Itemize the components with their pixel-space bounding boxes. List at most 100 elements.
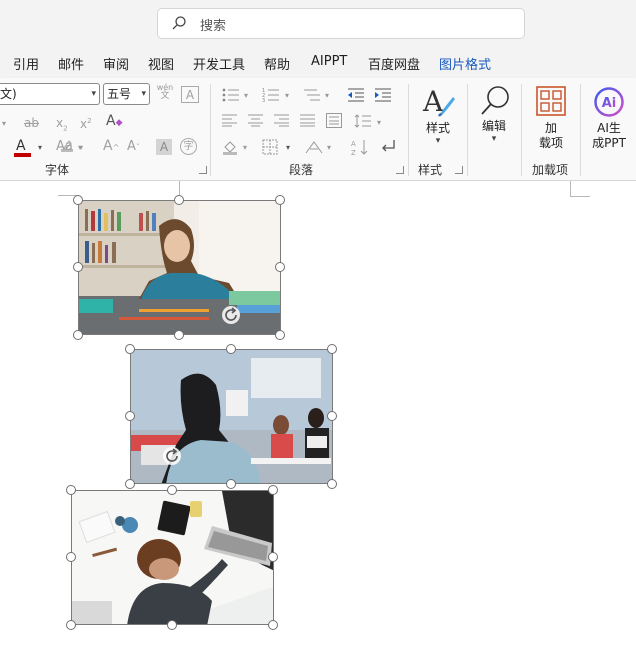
rotate-handle-icon[interactable]: [162, 446, 182, 466]
group-separator: [210, 84, 211, 176]
decrease-indent-button[interactable]: [347, 88, 365, 106]
boy-studying-with-laptop-photo[interactable]: [71, 490, 274, 625]
font-color-button[interactable]: A: [16, 138, 26, 154]
font-dialog-launcher[interactable]: [199, 166, 207, 174]
addins-grid-icon: [536, 86, 566, 119]
group-separator: [521, 84, 522, 176]
addins-button[interactable]: 加 载项: [531, 86, 571, 156]
phonetic-guide-bottom: 文: [160, 91, 170, 101]
resize-handle-n[interactable]: [226, 344, 236, 354]
grow-font-button[interactable]: A^: [103, 138, 119, 156]
styles-label: 样式: [425, 121, 450, 135]
resize-handle-se[interactable]: [275, 330, 285, 340]
char-border-button[interactable]: A: [181, 86, 199, 103]
resize-handle-n[interactable]: [167, 485, 177, 495]
styles-dialog-launcher[interactable]: [455, 166, 463, 174]
chinese-layout-button[interactable]: [305, 139, 323, 159]
multilevel-list-button[interactable]: [303, 88, 321, 106]
distributed-button[interactable]: [326, 113, 342, 132]
kids-in-classroom-photo[interactable]: [130, 349, 333, 484]
paragraph-dialog-launcher[interactable]: [396, 166, 404, 174]
sort-button[interactable]: AZ: [350, 138, 370, 160]
change-case-button[interactable]: Aa: [56, 139, 73, 155]
resize-handle-ne[interactable]: [268, 485, 278, 495]
font-size-combo[interactable]: 五号 ▾: [103, 83, 150, 105]
increase-indent-button[interactable]: [374, 88, 392, 106]
resize-handle-s[interactable]: [226, 479, 236, 489]
resize-handle-s[interactable]: [167, 620, 177, 630]
resize-handle-e[interactable]: [275, 262, 285, 272]
girl-drawing-at-desk-photo[interactable]: [78, 200, 281, 335]
document-canvas[interactable]: [0, 181, 636, 653]
align-right-button[interactable]: [274, 114, 290, 131]
group-separator: [408, 84, 409, 176]
resize-handle-sw[interactable]: [66, 620, 76, 630]
tab-aippt[interactable]: AIPPT: [311, 54, 347, 69]
search-placeholder: 搜索: [200, 19, 227, 34]
ribbon-tabs: 引用 邮件 审阅 视图 开发工具 帮助 AIPPT 百度网盘 图片格式: [0, 48, 636, 78]
resize-handle-w[interactable]: [73, 262, 83, 272]
resize-handle-sw[interactable]: [125, 479, 135, 489]
resize-handle-e[interactable]: [327, 411, 337, 421]
tab-developer[interactable]: 开发工具: [193, 54, 245, 73]
ai-logo-text: Ai: [602, 96, 617, 111]
clear-formatting-button[interactable]: A◆: [106, 113, 123, 131]
editing-button[interactable]: 编辑 ▾: [474, 84, 514, 154]
resize-handle-se[interactable]: [268, 620, 278, 630]
search-icon: [478, 84, 512, 121]
tab-view[interactable]: 视图: [148, 54, 174, 73]
numbering-button[interactable]: 123: [262, 88, 280, 106]
enclose-characters-button[interactable]: 字: [180, 138, 197, 155]
resize-handle-sw[interactable]: [73, 330, 83, 340]
rotate-handle-icon[interactable]: [221, 305, 241, 325]
tab-references[interactable]: 引用: [13, 54, 39, 73]
resize-handle-w[interactable]: [66, 552, 76, 562]
grow-font-label: A: [103, 138, 113, 154]
title-bar: 搜索: [0, 0, 636, 48]
tab-mailings[interactable]: 邮件: [58, 54, 84, 73]
align-center-button[interactable]: [248, 114, 264, 131]
ai-ppt-label-line1: AI生: [597, 121, 621, 135]
resize-handle-se[interactable]: [327, 479, 337, 489]
resize-handle-nw[interactable]: [73, 195, 83, 205]
resize-handle-nw[interactable]: [125, 344, 135, 354]
phonetic-guide-button[interactable]: wén 文: [155, 83, 175, 101]
chevron-down-icon: ▾: [244, 91, 249, 100]
tab-help[interactable]: 帮助: [264, 54, 290, 73]
addins-group-label: 加载项: [532, 163, 569, 177]
resize-handle-ne[interactable]: [275, 195, 285, 205]
tab-baidu-netdisk[interactable]: 百度网盘: [368, 54, 420, 73]
strikethrough-button[interactable]: ab: [24, 115, 39, 131]
justify-button[interactable]: [300, 114, 316, 131]
svg-text:Z: Z: [351, 149, 356, 156]
change-case-label: Aa: [56, 139, 73, 154]
font-name-value: 文): [0, 87, 17, 101]
char-shading-button[interactable]: A: [156, 139, 172, 155]
superscript-button[interactable]: x2: [80, 113, 92, 132]
resize-handle-n[interactable]: [174, 195, 184, 205]
search-box[interactable]: 搜索: [157, 8, 525, 39]
subscript-button[interactable]: x2: [56, 115, 68, 136]
bullets-button[interactable]: [222, 88, 240, 106]
shading-button[interactable]: [222, 139, 238, 159]
styles-button[interactable]: A 样式 ▾: [418, 84, 458, 154]
ai-generate-ppt-button[interactable]: Ai AI生 成PPT: [588, 86, 630, 156]
borders-button[interactable]: [262, 139, 278, 159]
resize-handle-e[interactable]: [268, 552, 278, 562]
tab-picture-format[interactable]: 图片格式: [439, 54, 491, 73]
font-name-combo[interactable]: 文) ▾: [0, 83, 100, 105]
show-marks-button[interactable]: [380, 138, 398, 160]
shrink-font-button[interactable]: Aˇ: [127, 139, 140, 156]
eraser-icon: ◆: [115, 118, 123, 128]
chevron-down-icon: ▾: [38, 143, 43, 152]
resize-handle-w[interactable]: [125, 411, 135, 421]
resize-handle-nw[interactable]: [66, 485, 76, 495]
resize-handle-ne[interactable]: [327, 344, 337, 354]
resize-handle-s[interactable]: [174, 330, 184, 340]
align-left-button[interactable]: [222, 114, 238, 131]
line-spacing-button[interactable]: [354, 114, 372, 132]
chevron-down-icon: ▾: [435, 136, 441, 146]
tab-review[interactable]: 审阅: [103, 54, 129, 73]
chevron-down-icon: ▾: [285, 91, 290, 100]
chevron-down-icon: ▾: [79, 143, 84, 152]
